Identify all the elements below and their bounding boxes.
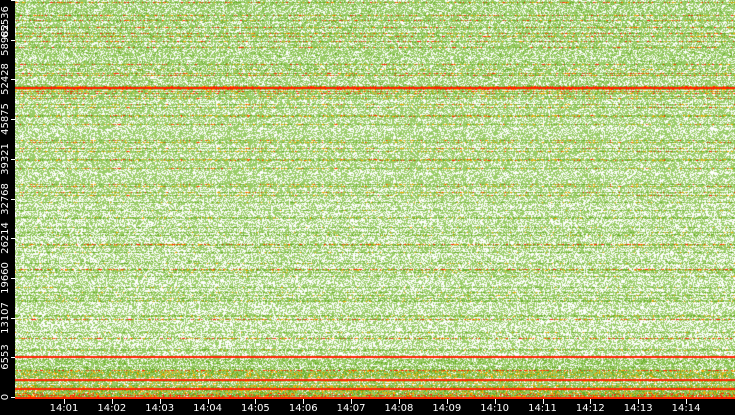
y-tick-label: 19660: [0, 261, 11, 294]
x-tick-label: 14:07: [336, 403, 366, 414]
y-tick-label: 26214: [0, 222, 11, 255]
y-tick-label: 32768: [0, 182, 11, 215]
x-tick-label: 14:08: [384, 403, 414, 414]
heatmap-canvas: [15, 0, 735, 399]
y-tick-label: 52428: [0, 63, 11, 96]
x-tick-label: 14:09: [432, 403, 462, 414]
x-tick-label: 14:05: [240, 403, 270, 414]
y-tick-label: 65536: [0, 6, 11, 38]
y-tick-label: 39321: [0, 142, 11, 175]
x-tick-label: 14:02: [97, 403, 127, 414]
x-tick-label: 14:03: [145, 403, 175, 414]
x-tick-label: 14:04: [193, 403, 222, 414]
x-tick-label: 14:11: [528, 403, 557, 414]
x-tick-label: 14:06: [288, 403, 318, 414]
x-tick-label: 14:14: [671, 403, 701, 414]
x-tick-label: 14:12: [575, 403, 605, 414]
x-tick-label: 14:13: [623, 403, 653, 414]
y-tick-label: 45875: [0, 103, 11, 135]
x-tick-label: 14:01: [49, 403, 79, 414]
port-activity-heatmap: 0 6553 13107 19660 26214 32768 39321 45875 52428…: [0, 0, 735, 415]
x-tick-label: 14:10: [480, 403, 510, 414]
y-tick: [11, 0, 15, 1]
y-tick-label: 0: [0, 393, 11, 401]
y-tick-label: 13107: [0, 301, 11, 334]
y-tick-label: 6553: [0, 344, 11, 371]
